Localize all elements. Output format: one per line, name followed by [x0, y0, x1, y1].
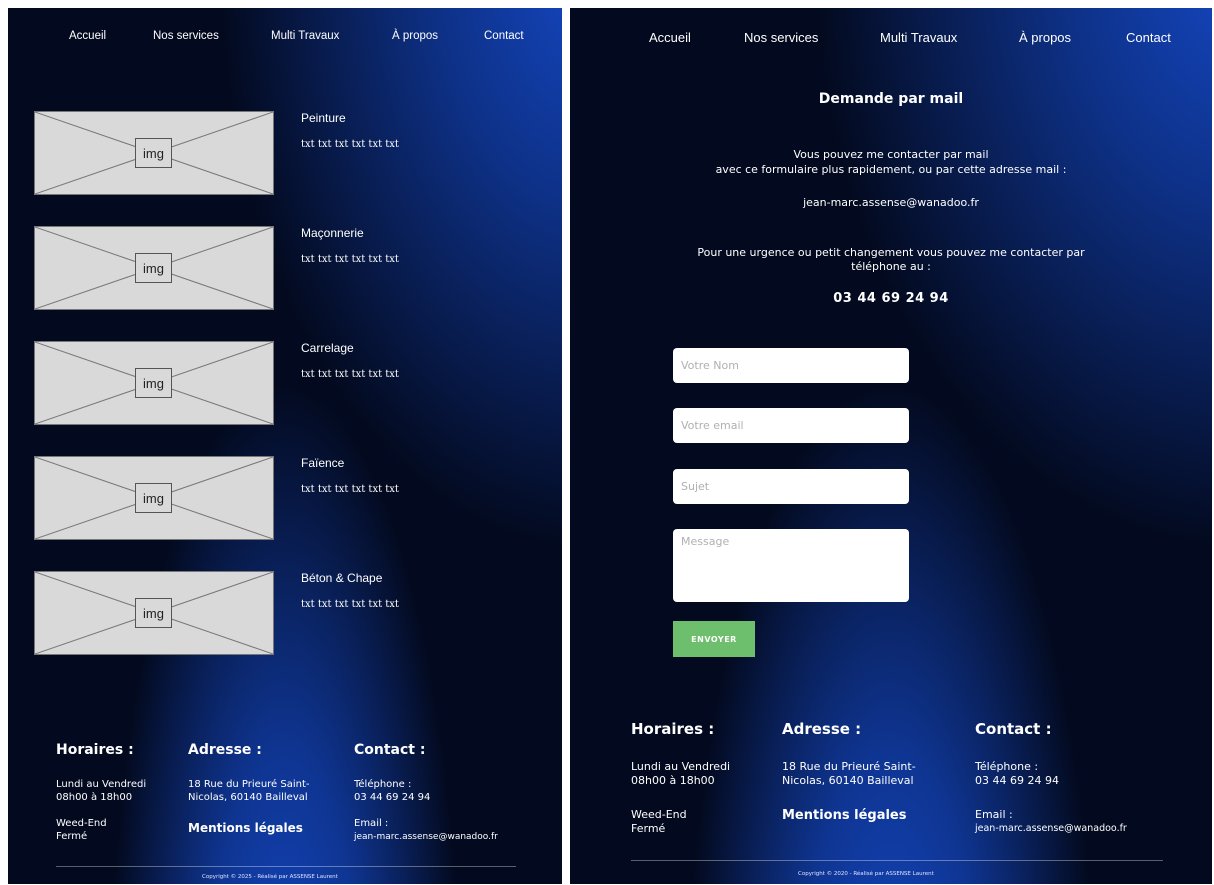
footer-phone: 03 44 69 24 94 — [354, 792, 431, 803]
footer-hours-title: Horaires : — [631, 720, 715, 738]
footer-hours-weekdays: Lundi au Vendredi — [631, 760, 731, 773]
footer-address-line1: 18 Rue du Prieuré Saint- — [188, 779, 310, 790]
copyright: Copyright © 2025 - Réalisé par ASSENSE L… — [202, 874, 338, 880]
copyright: Copyright © 2020 - Réalisé par ASSENSE L… — [798, 871, 934, 877]
footer-hours-weekdays: Lundi au Vendredi — [56, 779, 147, 790]
footer-address-title: Adresse : — [188, 742, 262, 758]
footer-email-label: Email : — [354, 818, 389, 829]
footer-legal-link[interactable]: Mentions légales — [188, 821, 303, 835]
footer-email-link[interactable]: jean-marc.assense@wanadoo.fr — [975, 822, 1127, 835]
footer-email-link[interactable]: jean-marc.assense@wanadoo.fr — [354, 831, 498, 843]
footer-contact-title: Contact : — [975, 720, 1052, 738]
footer: Horaires : Lundi au Vendredi 08h00 à 18h… — [8, 8, 562, 884]
footer-legal-link[interactable]: Mentions légales — [782, 808, 907, 823]
footer-hours-time: 08h00 à 18h00 — [631, 774, 715, 787]
footer: Horaires : Lundi au Vendredi 08h00 à 18h… — [570, 8, 1212, 884]
footer-weekend-closed: Fermé — [56, 831, 88, 842]
footer-divider — [56, 866, 516, 867]
footer-address-line1: 18 Rue du Prieuré Saint- — [782, 760, 916, 773]
footer-contact-title: Contact : — [354, 742, 426, 758]
footer-divider — [631, 860, 1163, 861]
footer-hours-title: Horaires : — [56, 742, 134, 758]
contact-page: Accueil Nos services Multi Travaux À pro… — [570, 8, 1212, 884]
footer-email-label: Email : — [975, 808, 1013, 821]
footer-weekend-closed: Fermé — [631, 822, 666, 835]
footer-weekend: Weed-End — [56, 818, 107, 829]
footer-hours-time: 08h00 à 18h00 — [56, 792, 133, 803]
footer-phone-label: Téléphone : — [354, 779, 412, 790]
footer-address-title: Adresse : — [782, 720, 862, 738]
services-page: Accueil Nos services Multi Travaux À pro… — [8, 8, 562, 884]
footer-address-line2: Nicolas, 60140 Bailleval — [782, 774, 914, 787]
footer-address-line2: Nicolas, 60140 Bailleval — [188, 792, 308, 803]
footer-phone-label: Téléphone : — [975, 760, 1039, 773]
footer-weekend: Weed-End — [631, 808, 687, 821]
footer-phone: 03 44 69 24 94 — [975, 774, 1059, 787]
